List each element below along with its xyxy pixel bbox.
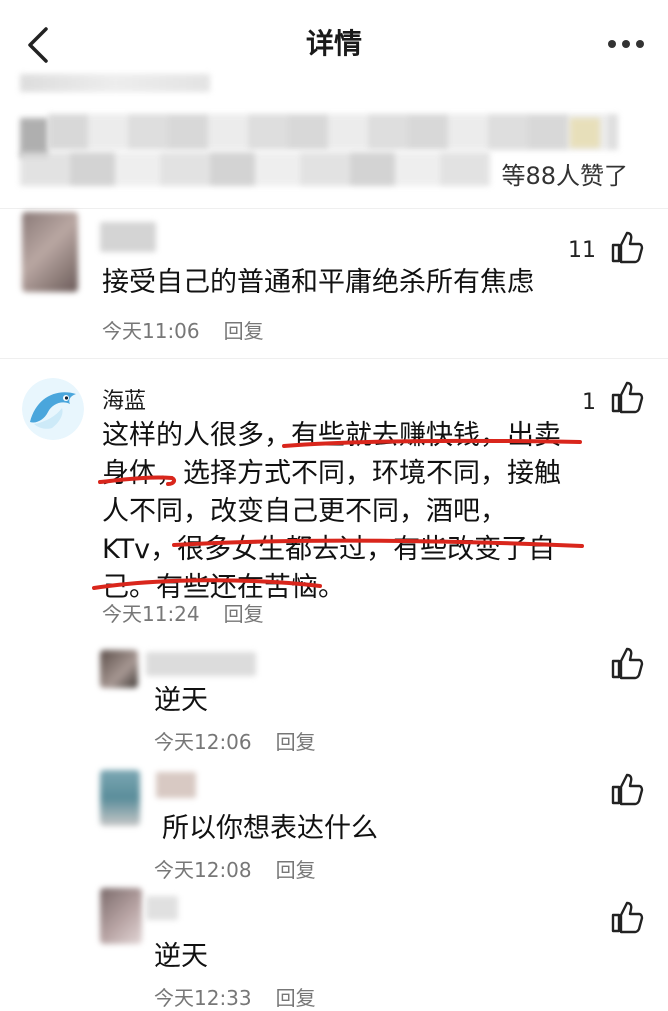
- like-count: 1: [582, 390, 596, 415]
- reply-button[interactable]: 回复: [276, 730, 316, 754]
- username-blurred[interactable]: [146, 896, 178, 920]
- reply-time: 今天12:08: [154, 858, 252, 882]
- reply-meta: 今天12:06 回复: [154, 726, 316, 755]
- reply-time: 今天12:33: [154, 986, 252, 1010]
- reply-meta: 今天12:08 回复: [154, 854, 316, 883]
- comment-meta: 今天11:24 回复: [102, 598, 264, 627]
- username-blurred[interactable]: [146, 652, 256, 676]
- reply-text: 逆天: [154, 685, 208, 716]
- thumbs-up-icon[interactable]: [610, 380, 644, 414]
- reply-button[interactable]: 回复: [276, 986, 316, 1010]
- reply-meta: 今天12:33 回复: [154, 982, 316, 1011]
- red-underline-annotations: [92, 438, 584, 590]
- avatar[interactable]: [100, 770, 140, 826]
- reply-text: 逆天: [154, 941, 208, 972]
- reply-button[interactable]: 回复: [224, 602, 264, 626]
- thumbs-up-icon[interactable]: [610, 646, 644, 680]
- reply-button[interactable]: 回复: [276, 858, 316, 882]
- comment-time: 今天11:24: [102, 602, 200, 626]
- username-blurred[interactable]: [156, 772, 196, 798]
- reply-text: 所以你想表达什么: [162, 813, 378, 844]
- thumbs-up-icon[interactable]: [610, 772, 644, 806]
- reply-time: 今天12:06: [154, 730, 252, 754]
- avatar[interactable]: [100, 650, 138, 688]
- avatar[interactable]: [100, 888, 142, 944]
- thumbs-up-icon[interactable]: [610, 900, 644, 934]
